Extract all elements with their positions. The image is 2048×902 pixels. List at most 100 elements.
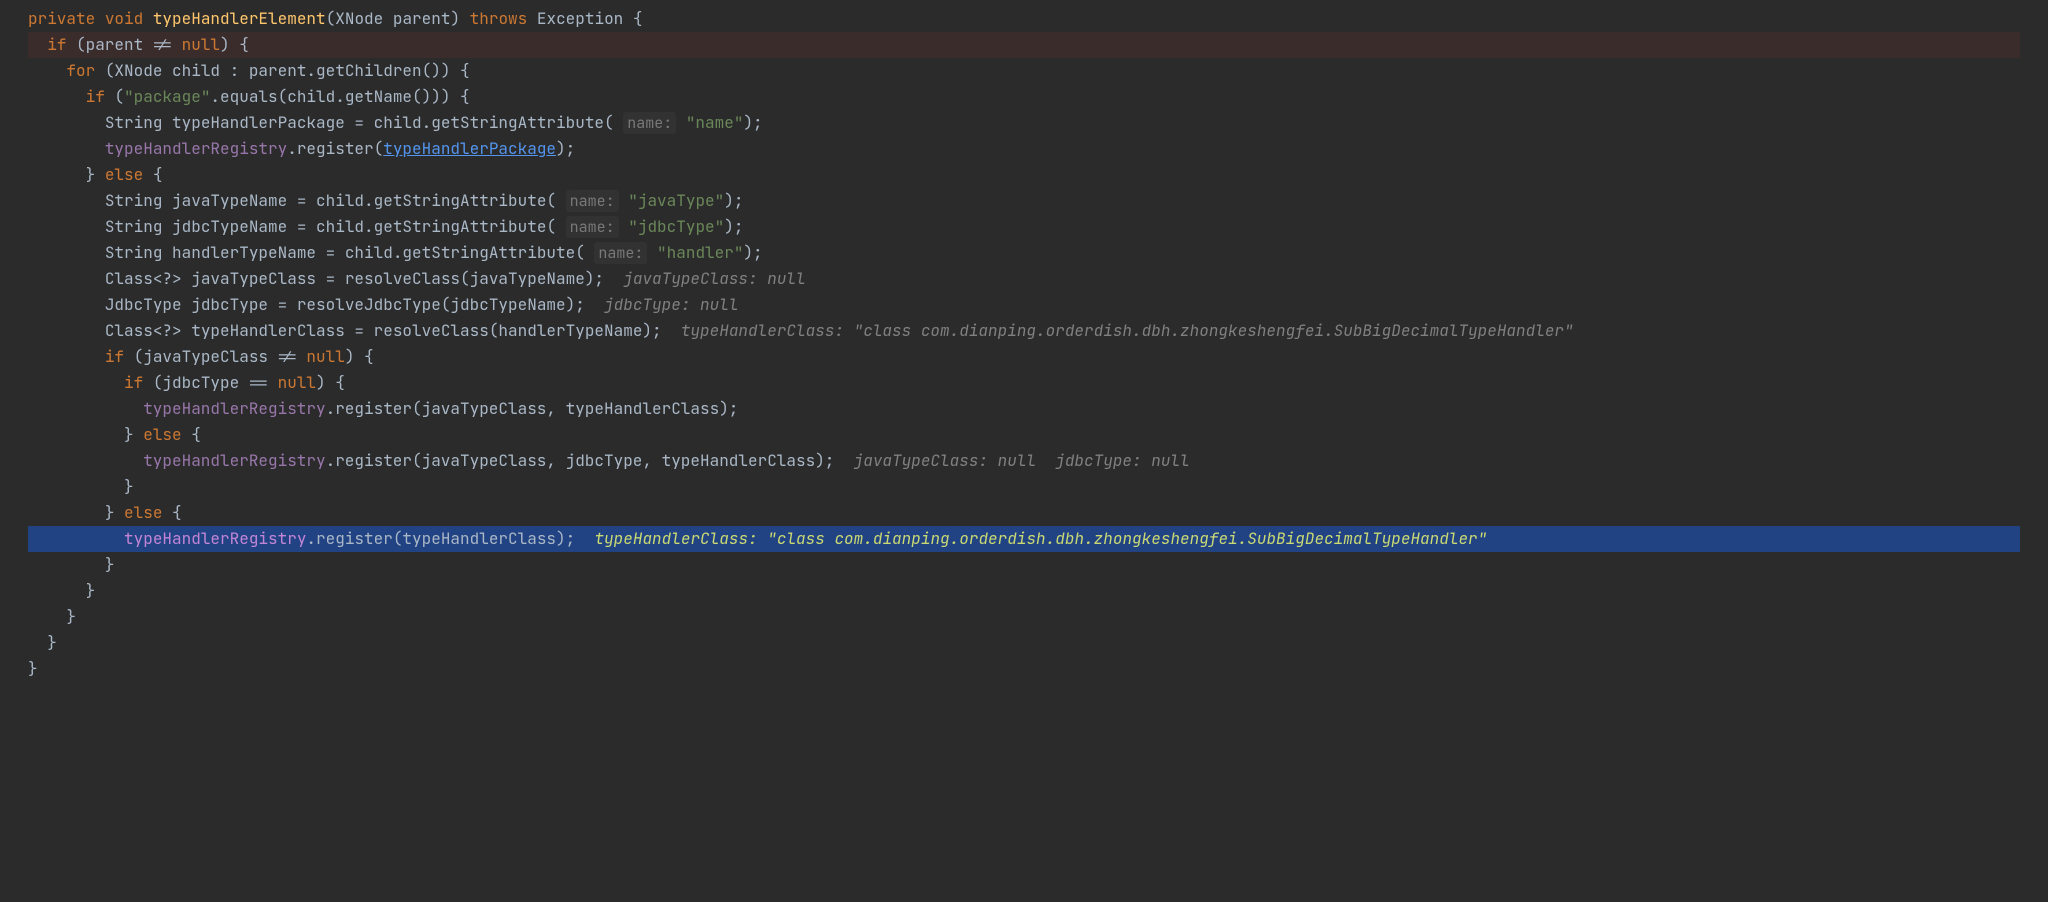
string-literal: "javaType" bbox=[619, 190, 725, 211]
condition: (javaTypeClass != bbox=[124, 346, 306, 367]
code-line[interactable]: } bbox=[28, 578, 2020, 604]
for-expr: (XNode child : parent.getChildren()) { bbox=[95, 60, 469, 81]
keyword-throws: throws bbox=[470, 8, 528, 29]
field-ref: typeHandlerRegistry bbox=[143, 450, 325, 471]
keyword-if: if bbox=[105, 346, 124, 367]
method-call: .equals(child.getName())) { bbox=[210, 86, 469, 107]
semicolon: ); bbox=[743, 112, 762, 133]
field-ref: typeHandlerRegistry bbox=[143, 398, 325, 419]
keyword-if: if bbox=[47, 34, 66, 55]
var-decl: Class<?> javaTypeClass = resolveClass(ja… bbox=[105, 268, 623, 289]
string-literal: "package" bbox=[124, 86, 210, 107]
semicolon: ); bbox=[743, 242, 762, 263]
code-line[interactable]: for (XNode child : parent.getChildren())… bbox=[28, 58, 2020, 84]
method-params: (XNode parent) bbox=[326, 8, 460, 29]
method-name: typeHandlerElement bbox=[153, 8, 326, 29]
code-line[interactable]: Class<?> javaTypeClass = resolveClass(ja… bbox=[28, 266, 2020, 292]
brace: } bbox=[47, 632, 57, 653]
brace: ) { bbox=[316, 372, 345, 393]
code-line[interactable]: if (parent != null) { bbox=[28, 32, 2020, 58]
brace: } bbox=[28, 658, 38, 679]
code-line[interactable]: String handlerTypeName = child.getString… bbox=[28, 240, 2020, 266]
exception-decl: Exception { bbox=[537, 8, 643, 29]
code-line[interactable]: String javaTypeName = child.getStringAtt… bbox=[28, 188, 2020, 214]
code-line[interactable]: typeHandlerRegistry.register(javaTypeCla… bbox=[28, 448, 2020, 474]
keyword-if: if bbox=[86, 86, 105, 107]
param-hint: name: bbox=[594, 242, 647, 264]
field-ref: typeHandlerRegistry bbox=[124, 528, 306, 549]
string-literal: "handler" bbox=[647, 242, 743, 263]
keyword-else: else bbox=[105, 164, 143, 185]
var-decl: String typeHandlerPackage = child.getStr… bbox=[105, 112, 623, 133]
inline-debug-value: jdbcType: null bbox=[604, 294, 738, 315]
code-line[interactable]: } bbox=[28, 474, 2020, 500]
var-decl: String javaTypeName = child.getStringAtt… bbox=[105, 190, 566, 211]
string-literal: "name" bbox=[676, 112, 743, 133]
code-line[interactable]: String typeHandlerPackage = child.getStr… bbox=[28, 110, 2020, 136]
code-line[interactable]: } bbox=[28, 656, 2020, 682]
string-literal: "jdbcType" bbox=[619, 216, 725, 237]
keyword-void: void bbox=[105, 8, 143, 29]
keyword-else: else bbox=[143, 424, 181, 445]
code-line[interactable]: typeHandlerRegistry.register(typeHandler… bbox=[28, 136, 2020, 162]
keyword-else: else bbox=[124, 502, 162, 523]
code-line[interactable]: if (jdbcType == null) { bbox=[28, 370, 2020, 396]
keyword-private: private bbox=[28, 8, 95, 29]
keyword-if: if bbox=[124, 372, 143, 393]
inline-debug-value: javaTypeClass: null bbox=[623, 268, 805, 289]
paren: ( bbox=[105, 86, 124, 107]
code-line[interactable]: JdbcType jdbcType = resolveJdbcType(jdbc… bbox=[28, 292, 2020, 318]
code-line[interactable]: } bbox=[28, 604, 2020, 630]
brace: { bbox=[143, 164, 162, 185]
brace: } bbox=[105, 502, 124, 523]
inline-debug-value: typeHandlerClass: "class com.dianping.or… bbox=[594, 528, 1487, 549]
brace: } bbox=[124, 476, 134, 497]
keyword-null: null bbox=[306, 346, 344, 367]
code-line[interactable]: } else { bbox=[28, 422, 2020, 448]
semicolon: ); bbox=[724, 190, 743, 211]
semicolon: ); bbox=[556, 138, 575, 159]
brace: } bbox=[86, 164, 105, 185]
code-line[interactable]: typeHandlerRegistry.register(javaTypeCla… bbox=[28, 396, 2020, 422]
brace: ) { bbox=[220, 34, 249, 55]
method-call: .register( bbox=[287, 138, 383, 159]
inline-debug-value: javaTypeClass: null jdbcType: null bbox=[854, 450, 1190, 471]
condition: (jdbcType == bbox=[143, 372, 277, 393]
brace: } bbox=[66, 606, 76, 627]
param-hint: name: bbox=[623, 112, 676, 134]
field-ref: typeHandlerRegistry bbox=[105, 138, 287, 159]
keyword-null: null bbox=[182, 34, 220, 55]
method-call: .register(typeHandlerClass); bbox=[306, 528, 594, 549]
code-line[interactable]: if ("package".equals(child.getName())) { bbox=[28, 84, 2020, 110]
param-hint: name: bbox=[566, 190, 619, 212]
variable-link[interactable]: typeHandlerPackage bbox=[383, 138, 556, 159]
var-decl: String handlerTypeName = child.getString… bbox=[105, 242, 595, 263]
semicolon: ); bbox=[724, 216, 743, 237]
method-call: .register(javaTypeClass, typeHandlerClas… bbox=[326, 398, 739, 419]
code-line-current-execution[interactable]: typeHandlerRegistry.register(typeHandler… bbox=[28, 526, 2020, 552]
param-hint: name: bbox=[566, 216, 619, 238]
brace: } bbox=[124, 424, 143, 445]
keyword-for: for bbox=[66, 60, 95, 81]
code-line[interactable]: Class<?> typeHandlerClass = resolveClass… bbox=[28, 318, 2020, 344]
code-line[interactable]: } bbox=[28, 552, 2020, 578]
code-editor[interactable]: private void typeHandlerElement(XNode pa… bbox=[0, 0, 2048, 688]
brace: { bbox=[182, 424, 201, 445]
brace: ) { bbox=[345, 346, 374, 367]
code-line[interactable]: String jdbcTypeName = child.getStringAtt… bbox=[28, 214, 2020, 240]
brace: } bbox=[105, 554, 115, 575]
var-decl: JdbcType jdbcType = resolveJdbcType(jdbc… bbox=[105, 294, 604, 315]
brace: } bbox=[86, 580, 96, 601]
code-line[interactable]: } else { bbox=[28, 162, 2020, 188]
code-line[interactable]: if (javaTypeClass != null) { bbox=[28, 344, 2020, 370]
var-decl: Class<?> typeHandlerClass = resolveClass… bbox=[105, 320, 681, 341]
condition: (parent != bbox=[66, 34, 181, 55]
var-decl: String jdbcTypeName = child.getStringAtt… bbox=[105, 216, 566, 237]
code-line[interactable]: } bbox=[28, 630, 2020, 656]
brace: { bbox=[162, 502, 181, 523]
inline-debug-value: typeHandlerClass: "class com.dianping.or… bbox=[681, 320, 1574, 341]
keyword-null: null bbox=[278, 372, 316, 393]
code-line[interactable]: private void typeHandlerElement(XNode pa… bbox=[28, 6, 2020, 32]
code-line[interactable]: } else { bbox=[28, 500, 2020, 526]
method-call: .register(javaTypeClass, jdbcType, typeH… bbox=[326, 450, 854, 471]
